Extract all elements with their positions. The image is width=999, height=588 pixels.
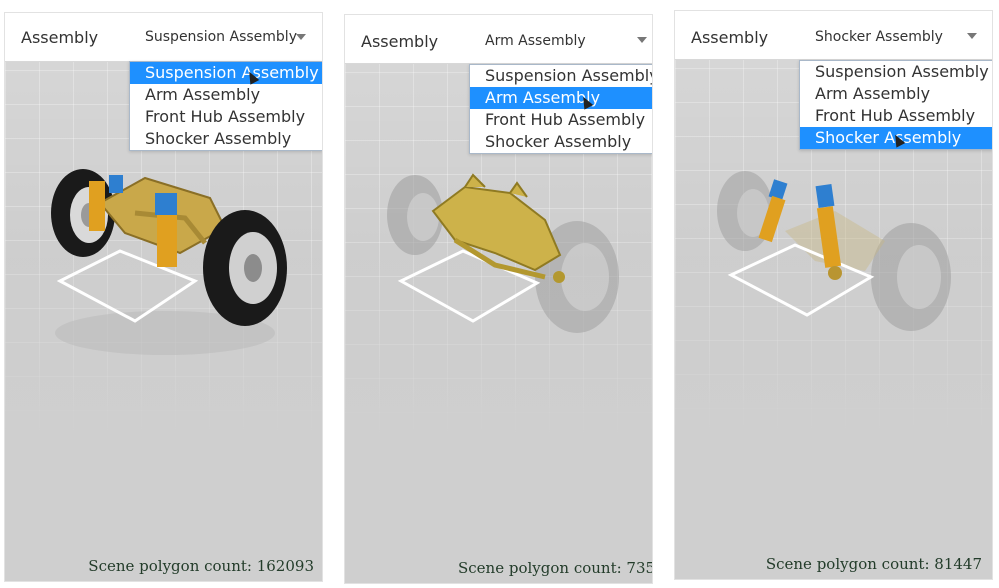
assembly-toolbar: Assembly Arm Assembly — [345, 15, 652, 64]
polygon-count-label: Scene polygon count: 162093 — [88, 557, 314, 575]
option-front-hub-assembly[interactable]: Front Hub Assembly — [800, 105, 992, 127]
viewer-panel-arm: Assembly Arm Assembly Suspension Assembl… — [344, 14, 653, 584]
assembly-label: Assembly — [21, 28, 99, 47]
option-arm-assembly[interactable]: Arm Assembly — [130, 84, 322, 106]
polygon-count-label: Scene polygon count: 81447 — [765, 555, 982, 573]
option-arm-assembly[interactable]: Arm Assembly — [800, 83, 992, 105]
chevron-down-icon[interactable] — [637, 37, 647, 43]
option-front-hub-assembly[interactable]: Front Hub Assembly — [130, 106, 322, 128]
assembly-toolbar: Assembly Suspension Assembly — [5, 13, 322, 62]
option-arm-assembly[interactable]: Arm Assembly — [470, 87, 652, 109]
option-suspension-assembly[interactable]: Suspension Assembly — [470, 65, 652, 87]
option-shocker-assembly[interactable]: Shocker Assembly — [470, 131, 652, 153]
option-shocker-assembly[interactable]: Shocker Assembly — [130, 128, 322, 150]
chevron-down-icon[interactable] — [296, 34, 306, 40]
viewer-panel-suspension: Assembly Suspension Assembly Suspension … — [4, 12, 323, 582]
assembly-combobox[interactable]: Arm Assembly — [485, 33, 586, 49]
assembly-toolbar: Assembly Shocker Assembly — [675, 11, 992, 60]
viewer-panel-shocker: Assembly Shocker Assembly Suspension Ass… — [674, 10, 993, 580]
polygon-count-label: Scene polygon count: 73545 — [458, 559, 653, 577]
assembly-label: Assembly — [691, 28, 769, 47]
assembly-combobox[interactable]: Suspension Assembly — [145, 29, 297, 45]
option-suspension-assembly[interactable]: Suspension Assembly — [800, 61, 992, 83]
chevron-down-icon[interactable] — [967, 33, 977, 39]
assembly-dropdown-list: Suspension Assembly Arm Assembly Front H… — [129, 61, 322, 151]
option-front-hub-assembly[interactable]: Front Hub Assembly — [470, 109, 652, 131]
assembly-combobox[interactable]: Shocker Assembly — [815, 29, 943, 45]
assembly-dropdown-list: Suspension Assembly Arm Assembly Front H… — [469, 64, 652, 154]
assembly-label: Assembly — [361, 32, 439, 51]
option-suspension-assembly[interactable]: Suspension Assembly — [130, 62, 322, 84]
